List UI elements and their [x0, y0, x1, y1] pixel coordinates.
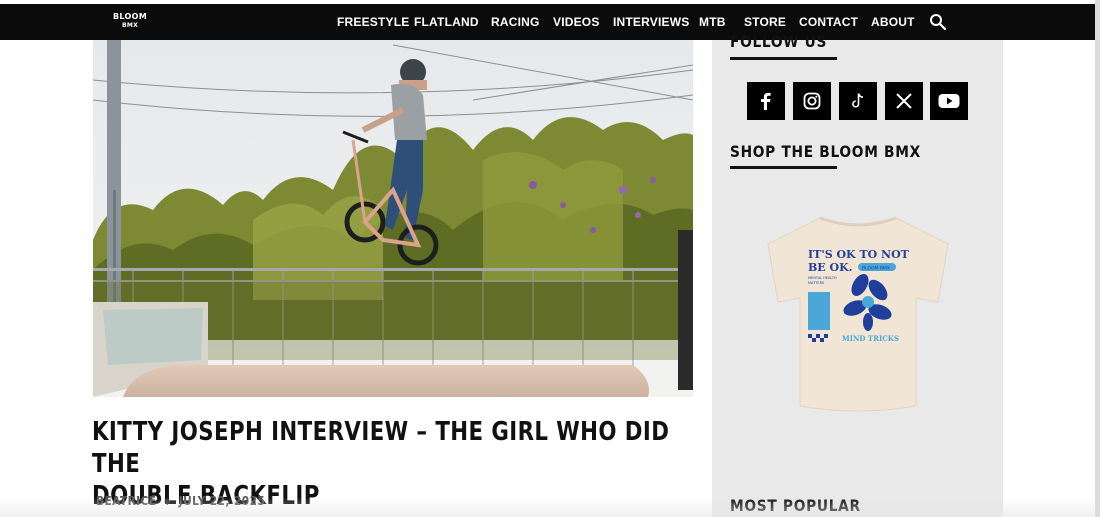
nav-freestyle[interactable]: FREESTYLE: [337, 15, 409, 29]
nav-mtb[interactable]: MTB: [699, 15, 726, 29]
shop-underline: [730, 166, 837, 169]
logo-line1: BLOOM: [113, 12, 147, 21]
follow-us-underline: [730, 57, 837, 60]
article-title-line1: KITTY JOSEPH INTERVIEW – THE GIRL WHO DI…: [92, 417, 670, 479]
nav-about[interactable]: ABOUT: [871, 15, 915, 29]
article-date: JULY 22, 2025: [178, 494, 266, 508]
site-header: BLOOM BMX FREESTYLE FLATLAND RACING VIDE…: [0, 4, 1095, 40]
tshirt-badge: BLOOM BMX: [862, 266, 890, 272]
nav-interviews[interactable]: INTERVIEWS: [613, 15, 689, 29]
shop-heading: SHOP THE BLOOM BMX: [730, 142, 921, 161]
site-logo[interactable]: BLOOM BMX: [113, 12, 147, 32]
separator-dot: ◆: [164, 497, 171, 507]
most-popular-heading: MOST POPULAR: [730, 496, 861, 515]
tshirt-text-line1: IT'S OK TO NOT: [808, 248, 910, 261]
nav-flatland[interactable]: FLATLAND: [414, 15, 479, 29]
nav-videos[interactable]: VIDEOS: [553, 15, 600, 29]
youtube-icon[interactable]: [930, 82, 968, 120]
nav-racing[interactable]: RACING: [491, 15, 540, 29]
hero-image[interactable]: [93, 40, 693, 397]
facebook-icon[interactable]: [747, 82, 785, 120]
tshirt-product-image[interactable]: IT'S OK TO NOT BE OK. BLOOM BMX MENTAL H…: [760, 210, 956, 416]
nav-store[interactable]: STORE: [744, 15, 786, 29]
sidebar: FOLLOW US SHOP THE BLOOM BMX IT'S OK TO …: [712, 32, 1003, 517]
tshirt-small2: MATTERS: [808, 281, 825, 285]
tshirt-footer: MIND TRICKS: [842, 334, 899, 343]
article-author[interactable]: BEATRICE: [96, 494, 156, 508]
nav-contact[interactable]: CONTACT: [799, 15, 858, 29]
instagram-icon[interactable]: [793, 82, 831, 120]
tiktok-icon[interactable]: [839, 82, 877, 120]
window-edge: [1095, 0, 1100, 517]
tshirt-small1: MENTAL HEALTH: [808, 276, 837, 280]
article-meta: BEATRICE ◆ JULY 22, 2025: [96, 494, 265, 508]
follow-us-heading: FOLLOW US: [730, 32, 828, 51]
logo-line2: BMX: [121, 22, 139, 29]
search-icon[interactable]: [929, 13, 947, 31]
x-icon[interactable]: [885, 82, 923, 120]
